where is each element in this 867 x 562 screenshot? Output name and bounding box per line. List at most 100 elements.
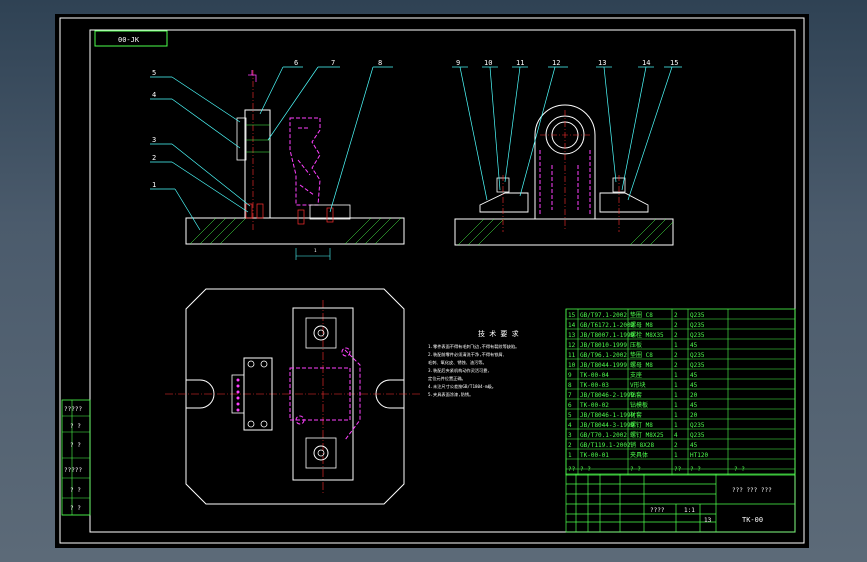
bom-cell-qty: 1 xyxy=(674,392,678,399)
title-name: ??? ??? ??? xyxy=(732,487,772,494)
top-view xyxy=(165,288,420,505)
bom-cell-qty: 2 xyxy=(674,352,678,359)
bom-cell-no: 10 xyxy=(568,362,576,369)
bom-cell-qty: 1 xyxy=(674,372,678,379)
bom-cell-std: GB/T119.1-2002 xyxy=(580,442,631,449)
bom-cell-qty: 2 xyxy=(674,312,678,319)
balloon-13: 13 xyxy=(598,59,606,67)
bom-cell-std: TK-00-02 xyxy=(580,402,609,409)
bom-cell-no: 11 xyxy=(568,352,576,359)
balloon-12: 12 xyxy=(552,59,560,67)
outer-border xyxy=(59,17,805,544)
strip-label-6: ? ? xyxy=(70,505,81,512)
note-line-6: 4.未注尺寸公差按GB/T1804-m级。 xyxy=(428,383,496,390)
bom-cell-no: 7 xyxy=(568,392,572,399)
code-box-text: 00-JK xyxy=(118,36,140,44)
bom-table: 15 GB/T97.1-2002 垫圈 C8 2 Q23514 GB/T6172.1-20… xyxy=(565,308,796,476)
left-binding-strip: ????? ? ? ? ? ????? ? ? ? ? xyxy=(61,399,91,516)
balloon-11: 11 xyxy=(516,59,524,67)
balloon-14: 14 xyxy=(642,59,650,67)
dimension-label: 1 xyxy=(314,248,317,253)
balloon-8: 8 xyxy=(378,59,382,67)
bom-cell-no: 4 xyxy=(568,422,572,429)
technical-notes: 技 术 要 求 1.零件表面不得有毛刺飞边,不得有裂纹等缺陷。 2.装配前零件必… xyxy=(428,329,519,398)
bom-cell-name: 钻模板 xyxy=(630,401,648,409)
note-line-5: 定位元件位置正确。 xyxy=(428,375,466,382)
balloon-5: 5 xyxy=(152,69,156,77)
bom-cell-mat: 20 xyxy=(690,412,698,419)
bom-cell-mat: Q235 xyxy=(690,332,705,339)
bom-cell-no: 14 xyxy=(568,322,576,329)
front-balloons xyxy=(150,66,393,231)
bom-cell-std: GB/T70.1-2002 xyxy=(580,432,627,439)
bom-cell-name: 螺母 M8 xyxy=(630,321,653,329)
bom-header-mat: ? ? xyxy=(690,466,701,473)
bom-cell-mat: Q235 xyxy=(690,422,705,429)
drill-tip xyxy=(248,70,257,82)
bom-cell-mat: 45 xyxy=(690,442,698,449)
bom-cell-std: TK-00-01 xyxy=(580,452,609,459)
bom-cell-std: JB/T8010-1999 xyxy=(580,342,627,349)
notes-title: 技 术 要 求 xyxy=(478,329,519,338)
bom-cell-qty: 1 xyxy=(674,412,678,419)
bom-cell-std: JB/T8007.1-1999 xyxy=(580,332,635,339)
note-line-1: 1.零件表面不得有毛刺飞边,不得有裂纹等缺陷。 xyxy=(428,343,519,350)
note-line-7: 5.夹具表面涂漆,防锈。 xyxy=(428,391,473,398)
bom-cell-qty: 1 xyxy=(674,422,678,429)
front-base-hatch xyxy=(189,217,402,245)
bom-header-std: ? ? xyxy=(580,466,591,473)
strip-label-3: ? ? xyxy=(70,442,81,449)
bom-cell-name: 螺栓 M8X35 xyxy=(630,331,664,339)
note-line-4: 3.装配后夹紧机构动作灵活可靠, xyxy=(428,367,490,374)
bom-cell-name: 垫圈 C8 xyxy=(630,311,653,319)
drawing-sheet: 00-JK ????? ? ? ? ? ????? ? ? ? ? 1 1 2 … xyxy=(55,14,809,548)
bom-header-extra: ? ? xyxy=(734,466,745,473)
drawing-canvas: 00-JK ????? ? ? ? ? ????? ? ? ? ? 1 1 2 … xyxy=(59,17,805,544)
bom-cell-mat: 45 xyxy=(690,382,698,389)
balloon-4: 4 xyxy=(152,91,156,99)
bom-cell-mat: Q235 xyxy=(690,362,705,369)
bom-cell-name: 螺钉 M8X25 xyxy=(630,431,664,439)
bom-cell-name: 支座 xyxy=(630,371,642,379)
drill-post xyxy=(244,109,271,219)
bom-cell-std: TK-00-03 xyxy=(580,382,609,389)
bom-cell-qty: 2 xyxy=(674,322,678,329)
title-scale-left: ???? xyxy=(650,507,665,514)
bom-cell-no: 2 xyxy=(568,442,572,449)
right-clamp xyxy=(599,192,649,213)
bom-cell-name: 垫圈 C8 xyxy=(630,351,653,359)
strip-label-5: ? ? xyxy=(70,487,81,494)
bom-cell-name: 螺钉 M8 xyxy=(630,421,653,429)
front-base-plate xyxy=(185,217,405,245)
balloon-15: 15 xyxy=(670,59,678,67)
bom-cell-name: 夹具体 xyxy=(630,451,648,459)
bom-cell-name: 压板 xyxy=(630,341,642,349)
bom-cell-qty: 1 xyxy=(674,452,678,459)
bom-cell-name: 销 8X28 xyxy=(630,441,654,449)
left-clamp xyxy=(479,192,529,213)
top-base-outline xyxy=(185,288,405,505)
balloon-7: 7 xyxy=(331,59,335,67)
bom-cell-qty: 2 xyxy=(674,442,678,449)
bom-cell-mat: Q235 xyxy=(690,352,705,359)
balloon-9: 9 xyxy=(456,59,460,67)
title-sheet-num: 13 xyxy=(704,517,712,524)
bom-cell-qty: 1 xyxy=(674,342,678,349)
bom-cell-std: JB/T8044-3-1999 xyxy=(580,422,635,429)
bom-cell-no: 13 xyxy=(568,332,576,339)
cad-viewport[interactable]: 00-JK ????? ? ? ? ? ????? ? ? ? ? 1 1 2 … xyxy=(0,0,867,562)
bom-cell-mat: Q235 xyxy=(690,432,705,439)
bom-cell-no: 15 xyxy=(568,312,576,319)
bom-cell-qty: 1 xyxy=(674,382,678,389)
bom-cell-std: GB/T96.1-2002 xyxy=(580,352,627,359)
balloon-6: 6 xyxy=(294,59,298,67)
bom-cell-no: 1 xyxy=(568,452,572,459)
bom-cell-no: 6 xyxy=(568,402,572,409)
bom-cell-std: TK-00-04 xyxy=(580,372,609,379)
bom-cell-name: V形块 xyxy=(630,381,646,389)
front-dimension xyxy=(295,248,331,260)
side-view xyxy=(454,104,674,246)
title-scale-mid: 1:1 xyxy=(684,507,695,514)
bom-cell-std: JB/T8046-2-1999 xyxy=(580,392,635,399)
bom-cell-no: 8 xyxy=(568,382,572,389)
